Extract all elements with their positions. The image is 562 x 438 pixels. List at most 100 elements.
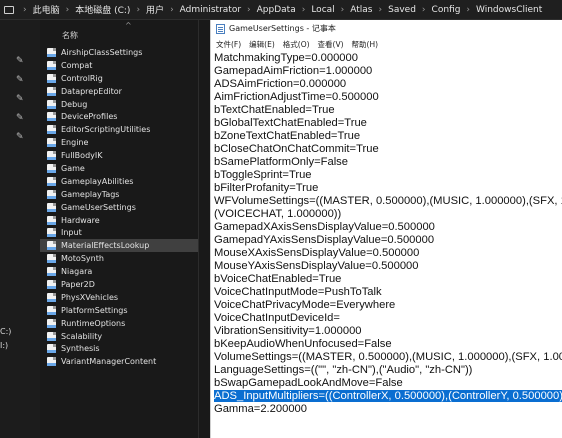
line-text: VolumeSettings=((MASTER, 0.500000),(MUSI… [214,351,562,363]
text-line[interactable]: bFilterProfanity=True [214,182,562,195]
text-line[interactable]: Gamma=2.200000 [214,403,562,416]
text-line[interactable]: bSwapGamepadLookAndMove=False [214,377,562,390]
text-line[interactable]: VibrationSensitivity=1.000000 [214,325,562,338]
breadcrumb-item[interactable]: 用户 [146,3,164,16]
file-item[interactable]: Niagara [40,265,198,278]
file-item[interactable]: Input [40,226,198,239]
text-line[interactable]: VoiceChatInputDeviceId= [214,312,562,325]
menu-format[interactable]: 格式(O) [283,39,310,50]
breadcrumb-item[interactable]: WindowsClient [476,5,542,15]
file-item[interactable]: Scalability [40,330,198,343]
breadcrumb-item[interactable]: Local [311,5,334,15]
file-name: AirshipClassSettings [61,47,143,57]
file-item[interactable]: GameUserSettings [40,201,198,214]
drive-label[interactable]: C:) [0,327,11,336]
file-item[interactable]: Engine [40,136,198,149]
file-item[interactable]: Synthesis [40,342,198,355]
file-item[interactable]: RuntimeOptions [40,317,198,330]
file-item[interactable]: DataprepEditor [40,85,198,98]
pin-icon[interactable]: ✎ [16,94,26,104]
chevron-right-icon: › [65,4,70,15]
text-line[interactable]: WFVolumeSettings=((MASTER, 0.500000),(MU… [214,195,562,208]
file-name: RuntimeOptions [61,318,126,328]
config-file-icon [47,73,56,83]
text-line[interactable]: bKeepAudioWhenUnfocused=False [214,338,562,351]
text-line[interactable]: VolumeSettings=((MASTER, 0.500000),(MUSI… [214,351,562,364]
text-line[interactable]: MouseXAxisSensDisplayValue=0.500000 [214,247,562,260]
pin-icon[interactable]: ✎ [16,75,26,85]
menu-view[interactable]: 查看(V) [318,39,344,50]
file-item[interactable]: Paper2D [40,278,198,291]
file-item[interactable]: ControlRig [40,72,198,85]
config-file-icon [47,99,56,109]
text-line[interactable]: LanguageSettings=(("", "zh-CN"),("Audio"… [214,364,562,377]
text-line[interactable]: VoiceChatInputMode=PushToTalk [214,286,562,299]
file-item[interactable]: GameplayAbilities [40,175,198,188]
file-item[interactable]: VariantManagerContent [40,355,198,368]
text-line[interactable]: bVoiceChatEnabled=True [214,273,562,286]
file-item[interactable]: MotoSynth [40,252,198,265]
text-line[interactable]: VoiceChatPrivacyMode=Everywhere [214,299,562,312]
file-name: Paper2D [61,279,95,289]
column-divider[interactable] [198,20,199,438]
file-item[interactable]: Hardware [40,214,198,227]
config-file-icon [47,189,56,199]
file-item[interactable]: PhysXVehicles [40,291,198,304]
text-editor[interactable]: MatchmakingType=0.000000 GamepadAimFricti… [211,51,562,416]
file-name: Engine [61,138,89,148]
file-item[interactable]: GameplayTags [40,188,198,201]
menu-file[interactable]: 文件(F) [216,39,241,50]
config-file-icon [47,254,56,264]
text-line[interactable]: ADSAimFriction=0.000000 [214,78,562,91]
pin-icon[interactable]: ✎ [16,132,26,142]
text-line[interactable]: (VOICECHAT, 1.000000)) [214,208,562,221]
menu-edit[interactable]: 编辑(E) [249,39,275,50]
file-item[interactable]: FullBodyIK [40,149,198,162]
text-line[interactable]: GamepadXAxisSensDisplayValue=0.500000 [214,221,562,234]
text-line[interactable]: bSamePlatformOnly=False [214,156,562,169]
title-bar[interactable]: GameUserSettings - 记事本 [211,20,562,37]
breadcrumb-item[interactable]: 此电脑 [33,3,60,16]
config-file-icon [47,279,56,289]
text-line[interactable]: bZoneTextChatEnabled=True [214,130,562,143]
text-line[interactable]: bCloseChatOnChatCommit=True [214,143,562,156]
text-line[interactable]: GamepadAimFriction=1.000000 [214,65,562,78]
file-item[interactable]: EditorScriptingUtilities [40,123,198,136]
breadcrumb-item[interactable]: Config [432,5,461,15]
text-line[interactable]: bTextChatEnabled=True [214,104,562,117]
address-bar[interactable]: › 此电脑 › 本地磁盘 (C:) › 用户 › Administrator ›… [0,0,562,20]
file-item[interactable]: DeviceProfiles [40,110,198,123]
file-item[interactable]: Compat [40,59,198,72]
file-item[interactable]: Game [40,162,198,175]
line-text: bGlobalTextChatEnabled=True [214,117,367,129]
line-text: MouseXAxisSensDisplayValue=0.500000 [214,247,420,259]
chevron-right-icon: › [23,4,27,15]
pin-icon[interactable]: ✎ [16,56,26,66]
text-line[interactable]: ADS_InputMultipliers=((ControllerX, 0.50… [214,390,562,403]
file-item[interactable]: PlatformSettings [40,304,198,317]
drive-label[interactable]: I:) [0,341,8,350]
breadcrumb-item[interactable]: Atlas [350,5,372,15]
breadcrumb-item[interactable]: Administrator [180,5,241,15]
chevron-right-icon: › [170,4,174,15]
line-text: WFVolumeSettings=((MASTER, 0.500000),(MU… [214,195,562,207]
text-line[interactable]: MouseYAxisSensDisplayValue=0.500000 [214,260,562,273]
menu-help[interactable]: 帮助(H) [352,39,379,50]
breadcrumb-item[interactable]: 本地磁盘 (C:) [75,3,130,16]
chevron-right-icon: › [340,4,345,15]
notepad-icon [216,23,225,34]
file-name: Scalability [61,331,103,341]
text-line[interactable]: AimFrictionAdjustTime=0.500000 [214,91,562,104]
file-item[interactable]: MaterialEffectsLookup [40,239,198,253]
text-line[interactable]: bToggleSprint=True [214,169,562,182]
column-header-name[interactable]: 名称 [62,30,78,41]
pin-icon[interactable]: ✎ [16,113,26,123]
file-name: PhysXVehicles [61,292,119,302]
breadcrumb-item[interactable]: AppData [257,5,296,15]
file-item[interactable]: AirshipClassSettings [40,46,198,59]
text-line[interactable]: bGlobalTextChatEnabled=True [214,117,562,130]
text-line[interactable]: GamepadYAxisSensDisplayValue=0.500000 [214,234,562,247]
file-item[interactable]: Debug [40,98,198,111]
text-line[interactable]: MatchmakingType=0.000000 [214,52,562,65]
breadcrumb-item[interactable]: Saved [388,5,416,15]
